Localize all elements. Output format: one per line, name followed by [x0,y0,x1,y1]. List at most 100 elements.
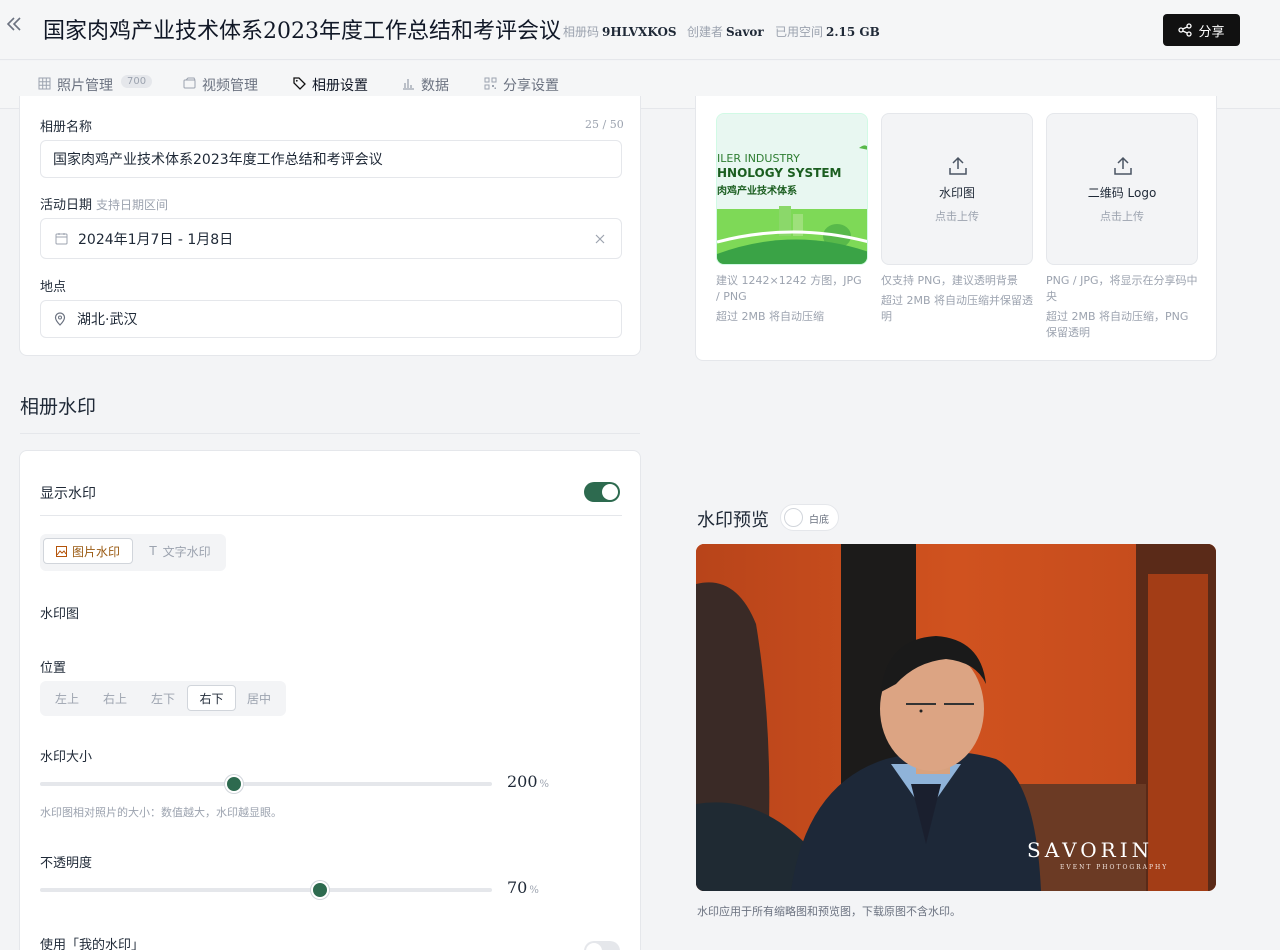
position-selector: 左上 右上 左下 右下 居中 [40,681,286,716]
album-name-input[interactable]: 国家肉鸡产业技术体系2023年度工作总结和考评会议 [40,140,622,178]
bar-chart-icon [403,79,414,90]
position-bottom-left[interactable]: 左下 [139,685,187,711]
white-background-toggle[interactable]: 白底 [780,504,839,531]
album-name-label: 相册名称 [40,120,93,135]
qr-logo-upload-note: PNG / JPG，将显示在分享码中央 超过 2MB 将自动压缩，PNG 保留透… [1046,273,1198,341]
my-watermark-toggle[interactable] [584,941,620,950]
activity-date-hint: 支持日期区间 [96,198,169,212]
upload-icon [1114,156,1132,175]
tag-icon [293,77,306,90]
watermark-type-switch: 图片水印 T 文字水印 [40,534,226,571]
share-button[interactable]: 分享 [1163,14,1240,46]
position-top-right[interactable]: 右上 [91,685,139,711]
opacity-slider-track[interactable] [40,881,492,899]
activity-date-label: 活动日期 支持日期区间 [40,194,168,213]
share-label: 分享 [1198,24,1225,40]
double-chevron-left-icon[interactable] [4,14,24,34]
watermark-preview-image: SAVORIN EVENT PHOTOGRAPHY [696,544,1216,891]
used-space-value: 2.15 GB [826,25,880,39]
cover-note-2: 超过 2MB 将自动压缩 [716,310,825,323]
upload-icon [949,156,967,175]
toggle-knob [602,484,618,500]
white-background-label: 白底 [809,515,829,526]
activity-date-picker[interactable]: 2024年1月7日 - 1月8日 [40,218,622,259]
creator-value: Savor [726,25,764,39]
used-space: 已用空间 2.15 GB [775,23,880,40]
show-watermark-label: 显示水印 [40,486,96,502]
cover-image-tile[interactable]: ILER INDUSTRY HNOLOGY SYSTEM 肉鸡产业技术体系 [716,113,868,265]
image-icon [55,545,67,557]
toggle-knob [586,943,602,950]
video-icon [183,77,196,89]
section-divider [20,433,640,434]
opacity-slider-knob[interactable] [311,881,330,899]
activity-date-label-text: 活动日期 [40,198,93,213]
cover-banner-line3: 肉鸡产业技术体系 [717,186,797,197]
opacity-label: 不透明度 [40,856,93,871]
size-slider-knob[interactable] [225,775,244,793]
size-label: 水印大小 [40,750,93,765]
album-code: 相册码 9HLVXKOS [563,23,677,40]
calendar-icon [55,233,68,245]
qr-icon [484,77,497,90]
qr-logo-upload-tile[interactable]: 二维码 Logo 点击上传 [1046,113,1198,265]
tab-label: 相册设置 [312,78,368,94]
preview-footer-note: 水印应用于所有缩略图和预览图，下载原图不含水印。 [697,905,961,918]
show-watermark-toggle[interactable] [584,482,620,502]
album-name-counter: 25 / 50 [585,118,624,131]
size-slider-track[interactable] [40,775,492,793]
size-hint: 水印图相对照片的大小：数值越大，水印越显眼。 [40,806,282,819]
watermark-upload-tile[interactable]: 水印图 点击上传 [881,113,1033,265]
size-number: 200 [507,772,538,791]
qr-note-2: 超过 2MB 将自动压缩，PNG 保留透明 [1046,310,1189,339]
activity-date-value: 2024年1月7日 - 1月8日 [78,231,234,248]
clear-icon[interactable] [595,234,605,244]
image-watermark-label: 图片水印 [71,544,120,559]
tab-label: 视频管理 [202,78,258,94]
image-watermark-option[interactable]: 图片水印 [43,538,133,564]
cover-banner-line2: HNOLOGY SYSTEM [717,166,842,180]
position-center[interactable]: 居中 [235,685,283,711]
media-upload-card: ILER INDUSTRY HNOLOGY SYSTEM 肉鸡产业技术体系 建议… [695,96,1217,361]
position-label: 位置 [40,661,67,676]
share-icon [1178,23,1193,37]
position-bottom-right[interactable]: 右下 [187,685,236,711]
watermark-upload-note: 仅支持 PNG，建议透明背景 超过 2MB 将自动压缩并保留透明 [881,273,1037,325]
creator-label: 创建者 [687,25,724,39]
album-name-value: 国家肉鸡产业技术体系2023年度工作总结和考评会议 [53,152,383,168]
tab-label: 数据 [421,78,449,94]
location-label: 地点 [40,280,67,295]
watermark-note-2: 超过 2MB 将自动压缩并保留透明 [881,294,1034,323]
watermark-image-label: 水印图 [40,607,80,622]
text-t-icon: T [149,544,157,558]
opacity-value: 70% [507,878,539,897]
qr-note-1: PNG / JPG，将显示在分享码中央 [1046,274,1198,303]
cover-note-1: 建议 1242×1242 方图，JPG / PNG [716,274,862,303]
position-top-left[interactable]: 左上 [43,685,91,711]
cover-banner-line1: ILER INDUSTRY [717,152,800,165]
album-code-value: 9HLVXKOS [602,25,677,39]
opacity-number: 70 [507,878,528,897]
my-watermark-label: 使用「我的水印」 [40,938,145,950]
divider [40,515,622,516]
watermark-section-title: 相册水印 [20,396,97,418]
location-input[interactable]: 湖北·武汉 [40,300,622,338]
text-watermark-label: 文字水印 [162,544,211,559]
preview-title: 水印预览 [697,510,769,531]
opacity-unit: % [529,885,539,896]
creator: 创建者 Savor [687,23,764,40]
top-bar: 国家肉鸡产业技术体系2023年度工作总结和考评会议 相册码 9HLVXKOS 创建… [0,0,1280,60]
toggle-knob [784,508,803,527]
watermark-note-1: 仅支持 PNG，建议透明背景 [881,274,1018,287]
qr-logo-upload-sub: 点击上传 [1100,210,1144,223]
used-space-label: 已用空间 [775,25,824,39]
watermark-upload-title: 水印图 [938,186,975,200]
text-watermark-option[interactable]: T 文字水印 [136,538,224,564]
location-pin-icon [54,312,66,326]
preview-watermark-subtext: EVENT PHOTOGRAPHY [1060,864,1169,871]
album-title: 国家肉鸡产业技术体系2023年度工作总结和考评会议 [43,19,561,44]
basic-info-card: 相册名称 25 / 50 国家肉鸡产业技术体系2023年度工作总结和考评会议 活… [19,96,641,356]
size-unit: % [539,779,550,790]
size-value: 200% [507,772,549,791]
tab-label: 照片管理 [57,78,113,94]
